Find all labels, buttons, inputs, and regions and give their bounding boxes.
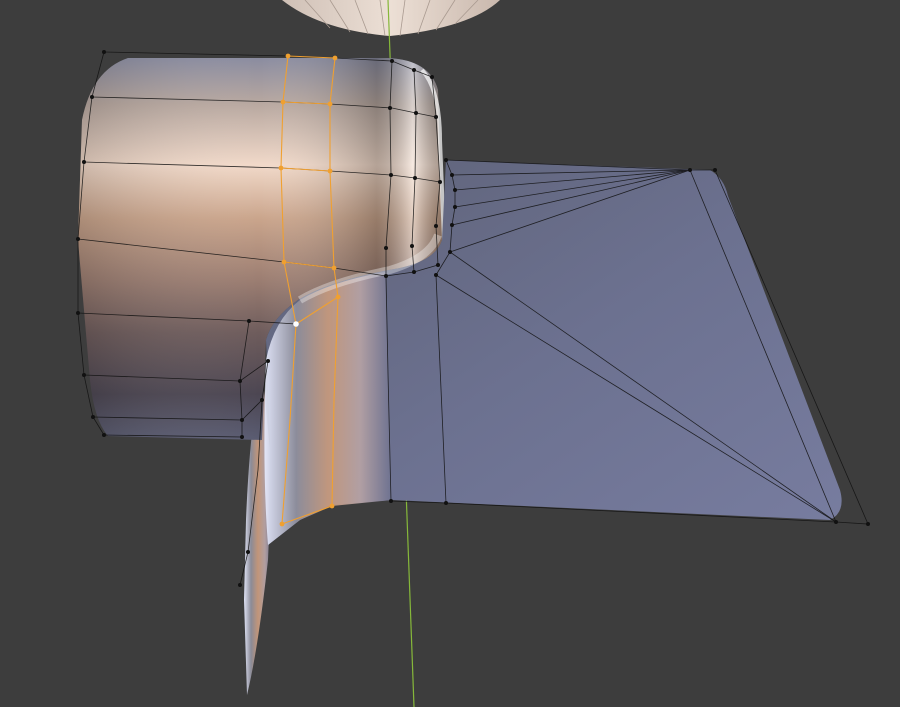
viewport-canvas[interactable] (0, 0, 900, 707)
lamp-shade-icon[interactable] (282, 0, 500, 37)
3d-viewport[interactable] (0, 0, 900, 707)
active-vertex[interactable] (293, 321, 299, 327)
